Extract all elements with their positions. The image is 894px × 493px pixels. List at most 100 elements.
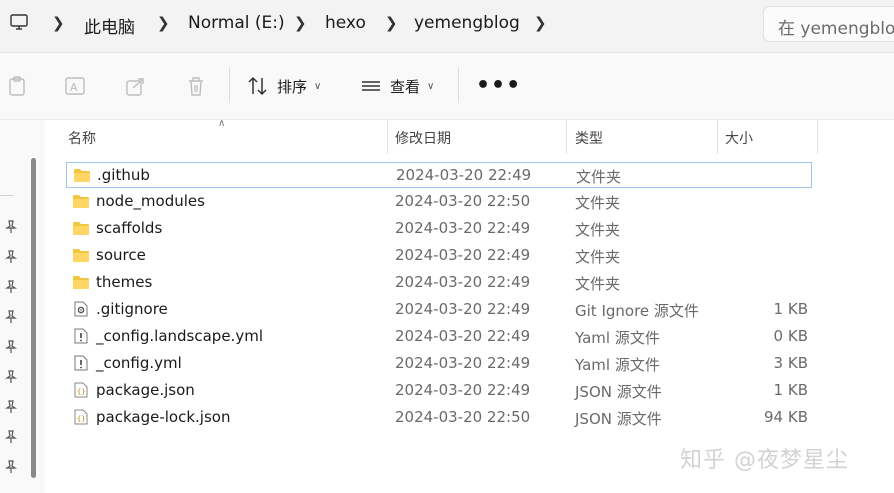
chevron-right-icon[interactable]: ❯ [157, 14, 170, 32]
file-type: Yaml 源文件 [575, 329, 660, 347]
pin-icon[interactable] [4, 430, 18, 444]
file-type: 文件夹 [575, 275, 621, 293]
sort-button[interactable]: 排序 ∨ [247, 75, 321, 97]
file-type: 文件夹 [575, 248, 621, 266]
navigation-pane [0, 120, 45, 493]
svg-text:{}: {} [77, 415, 85, 423]
folder-icon [72, 220, 90, 236]
file-name: _config.yml [96, 354, 182, 372]
file-name: scaffolds [96, 219, 163, 237]
file-type: 文件夹 [575, 194, 621, 212]
chevron-right-icon[interactable]: ❯ [385, 14, 398, 32]
file-type: Git Ignore 源文件 [575, 302, 699, 320]
file-row[interactable]: .gitignore 2024-03-20 22:49 Git Ignore 源文件… [66, 297, 812, 323]
file-name: themes [96, 273, 153, 291]
chevron-right-icon[interactable]: ❯ [52, 14, 65, 32]
nav-scrollbar[interactable] [31, 158, 36, 478]
file-row[interactable]: _config.yml 2024-03-20 22:49 Yaml 源文件 3 KB [66, 351, 812, 377]
file-name: node_modules [96, 192, 205, 210]
exclamation-file-icon [72, 328, 90, 344]
json-file-icon: {} [72, 409, 90, 425]
file-name: .github [97, 166, 150, 184]
file-modified: 2024-03-20 22:49 [395, 327, 531, 345]
column-header-type[interactable]: 类型 [575, 128, 603, 148]
file-row[interactable]: scaffolds 2024-03-20 22:49 文件夹 [66, 216, 812, 242]
chevron-down-icon: ∨ [427, 80, 435, 92]
pin-icon[interactable] [4, 340, 18, 354]
file-modified: 2024-03-20 22:50 [395, 408, 531, 426]
view-button[interactable]: 查看 ∨ [360, 75, 434, 97]
json-file-icon: {} [72, 382, 90, 398]
file-size: 3 KB [773, 354, 808, 372]
watermark: 知乎 @夜梦星尘 [680, 448, 849, 473]
file-modified: 2024-03-20 22:49 [395, 246, 531, 264]
search-input[interactable]: 在 yemengblog [763, 6, 894, 42]
more-options-button[interactable]: ••• [476, 73, 521, 98]
chevron-right-icon[interactable]: ❯ [534, 14, 547, 32]
pin-icon[interactable] [4, 280, 18, 294]
pin-icon[interactable] [4, 310, 18, 324]
toolbar-divider [229, 67, 230, 103]
file-modified: 2024-03-20 22:49 [396, 166, 532, 184]
exclamation-file-icon [72, 355, 90, 371]
pin-icon[interactable] [4, 460, 18, 474]
file-name: _config.landscape.yml [96, 327, 263, 345]
column-separator[interactable] [717, 120, 718, 154]
column-separator[interactable] [566, 120, 567, 154]
address-bar: ❯ 此电脑 ❯ Normal (E:) ❯ hexo ❯ yemengblog … [0, 0, 894, 53]
column-separator[interactable] [817, 120, 818, 154]
file-size: 1 KB [773, 300, 808, 318]
share-icon[interactable] [125, 75, 147, 97]
nav-divider [0, 195, 14, 196]
file-type: JSON 源文件 [575, 410, 662, 428]
file-name: .gitignore [96, 300, 168, 318]
file-row[interactable]: themes 2024-03-20 22:49 文件夹 [66, 270, 812, 296]
pin-icon[interactable] [4, 370, 18, 384]
folder-icon [72, 274, 90, 290]
sort-ascending-icon: ∧ [218, 118, 226, 129]
file-name: source [96, 246, 146, 264]
file-row[interactable]: .github 2024-03-20 22:49 文件夹 [66, 162, 812, 188]
pin-icon[interactable] [4, 400, 18, 414]
file-row[interactable]: source 2024-03-20 22:49 文件夹 [66, 243, 812, 269]
pin-icon[interactable] [4, 250, 18, 264]
breadcrumb-drive[interactable]: Normal (E:) [188, 13, 285, 33]
column-separator[interactable] [387, 120, 388, 154]
file-modified: 2024-03-20 22:50 [395, 192, 531, 210]
toolbar-divider [458, 67, 459, 103]
file-modified: 2024-03-20 22:49 [395, 381, 531, 399]
delete-icon[interactable] [185, 75, 207, 97]
file-size: 94 KB [764, 408, 808, 426]
file-modified: 2024-03-20 22:49 [395, 273, 531, 291]
file-row[interactable]: _config.landscape.yml 2024-03-20 22:49 Yam… [66, 324, 812, 350]
computer-icon[interactable] [10, 13, 28, 31]
paste-icon[interactable] [6, 75, 28, 97]
pin-icon[interactable] [4, 220, 18, 234]
breadcrumb-yemengblog[interactable]: yemengblog [414, 13, 520, 33]
column-header-size[interactable]: 大小 [725, 128, 753, 148]
chevron-down-icon: ∨ [314, 80, 322, 92]
gear-file-icon [72, 301, 90, 317]
svg-text:A: A [70, 81, 78, 94]
folder-icon [73, 167, 91, 183]
view-label: 查看 [390, 77, 421, 96]
search-placeholder: 在 yemengblog [778, 19, 894, 39]
file-modified: 2024-03-20 22:49 [395, 354, 531, 372]
column-header-name[interactable]: 名称 [68, 128, 96, 148]
chevron-right-icon[interactable]: ❯ [294, 14, 307, 32]
breadcrumb-this-pc[interactable]: 此电脑 [84, 13, 135, 38]
column-header-modified[interactable]: 修改日期 [395, 128, 451, 148]
file-row[interactable]: {} package-lock.json 2024-03-20 22:50 JSON … [66, 405, 812, 431]
breadcrumb-hexo[interactable]: hexo [325, 13, 366, 33]
file-name: package-lock.json [96, 408, 231, 426]
file-modified: 2024-03-20 22:49 [395, 300, 531, 318]
command-bar: A 排序 ∨ 查看 ∨ ••• [0, 53, 894, 120]
sort-icon [248, 76, 267, 96]
rename-icon[interactable]: A [64, 75, 86, 97]
file-type: 文件夹 [576, 168, 622, 186]
file-size: 1 KB [773, 381, 808, 399]
file-row[interactable]: {} package.json 2024-03-20 22:49 JSON 源文件 1 … [66, 378, 812, 404]
svg-text:{}: {} [77, 388, 85, 396]
file-row[interactable]: node_modules 2024-03-20 22:50 文件夹 [66, 189, 812, 215]
file-size: 0 KB [773, 327, 808, 345]
